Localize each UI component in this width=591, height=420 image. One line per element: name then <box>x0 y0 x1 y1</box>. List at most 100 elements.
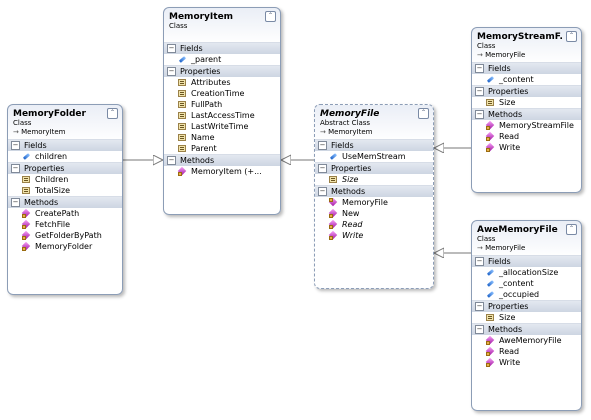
field-icon <box>178 55 187 64</box>
property-icon <box>486 313 495 322</box>
property-icon <box>486 98 495 107</box>
section-header-properties[interactable]: − Properties <box>315 162 433 174</box>
member-item[interactable]: TotalSize <box>8 185 122 196</box>
class-memoryitem[interactable]: MemoryItem Class ⌃ − Fields _parent − Propertie… <box>163 7 281 215</box>
member-item[interactable]: Name <box>164 132 280 143</box>
section-header-fields[interactable]: − Fields <box>472 255 581 267</box>
member-item[interactable]: UseMemStream <box>315 151 433 162</box>
section-header-methods[interactable]: − Methods <box>8 196 122 208</box>
collapse-toggle-icon[interactable]: − <box>167 44 176 53</box>
collapse-icon[interactable]: ⌃ <box>566 31 577 42</box>
member-item[interactable]: Write <box>315 230 433 241</box>
member-item[interactable]: Read <box>472 131 581 142</box>
member-item[interactable]: FetchFile <box>8 219 122 230</box>
member-name: _content <box>499 279 534 288</box>
section-title: Fields <box>488 257 511 266</box>
member-item[interactable]: Read <box>315 219 433 230</box>
section-title: Properties <box>180 67 221 76</box>
property-icon <box>22 175 31 184</box>
section-header-properties[interactable]: − Properties <box>472 85 581 97</box>
member-item[interactable]: _content <box>472 74 581 85</box>
member-item[interactable]: Read <box>472 346 581 357</box>
member-item[interactable]: MemoryFolder <box>8 241 122 252</box>
collapse-icon[interactable]: ⌃ <box>418 108 429 119</box>
class-memoryfolder[interactable]: MemoryFolder Class → MemoryItem ⌃ − Fields chi… <box>7 104 123 295</box>
section-header-methods[interactable]: − Methods <box>315 185 433 197</box>
member-item[interactable]: Write <box>472 142 581 153</box>
member-item[interactable]: New <box>315 208 433 219</box>
class-memoryfile[interactable]: MemoryFile Abstract Class → MemoryItem ⌃ − Fi… <box>314 104 434 289</box>
section-header-methods[interactable]: − Methods <box>472 323 581 335</box>
member-item[interactable]: AweMemoryFile <box>472 335 581 346</box>
member-item[interactable]: Parent <box>164 143 280 154</box>
member-item[interactable]: Attributes <box>164 77 280 88</box>
collapse-toggle-icon[interactable]: − <box>167 156 176 165</box>
collapse-toggle-icon[interactable]: − <box>475 325 484 334</box>
section-header-properties[interactable]: − Properties <box>8 162 122 174</box>
collapse-icon[interactable]: ⌃ <box>265 11 276 22</box>
member-item[interactable]: _allocationSize <box>472 267 581 278</box>
collapse-toggle-icon[interactable]: − <box>318 187 327 196</box>
collapse-toggle-icon[interactable]: − <box>318 141 327 150</box>
collapse-toggle-icon[interactable]: − <box>475 87 484 96</box>
section-title: Methods <box>488 325 523 334</box>
member-item[interactable]: FullPath <box>164 99 280 110</box>
collapse-icon[interactable]: ⌃ <box>566 224 577 235</box>
class-header: AweMemoryFile Class → MemoryFile ⌃ <box>472 221 581 255</box>
member-item[interactable]: LastAccessTime <box>164 110 280 121</box>
section-title: Fields <box>180 44 203 53</box>
member-item[interactable]: LastWriteTime <box>164 121 280 132</box>
member-item[interactable]: MemoryStreamFile <box>472 120 581 131</box>
member-name: Size <box>342 175 359 184</box>
section-header-methods[interactable]: − Methods <box>164 154 280 166</box>
section-header-fields[interactable]: − Fields <box>472 62 581 74</box>
member-item[interactable]: Write <box>472 357 581 368</box>
collapse-toggle-icon[interactable]: − <box>11 141 20 150</box>
class-name: MemoryFolder <box>13 109 86 119</box>
section-header-fields[interactable]: − Fields <box>8 139 122 151</box>
member-name: LastAccessTime <box>191 111 255 120</box>
class-awememoryfile[interactable]: AweMemoryFile Class → MemoryFile ⌃ − Fields _a… <box>471 220 582 411</box>
member-item[interactable]: CreationTime <box>164 88 280 99</box>
member-item[interactable]: children <box>8 151 122 162</box>
member-item[interactable]: MemoryItem (+... <box>164 166 280 177</box>
member-item[interactable]: Size <box>472 97 581 108</box>
collapse-toggle-icon[interactable]: − <box>11 164 20 173</box>
member-item[interactable]: _parent <box>164 54 280 65</box>
section-header-fields[interactable]: − Fields <box>315 139 433 151</box>
member-item[interactable]: CreatePath <box>8 208 122 219</box>
section-title: Properties <box>488 302 529 311</box>
base-class: → MemoryFile <box>477 244 563 253</box>
member-item[interactable]: GetFolderByPath <box>8 230 122 241</box>
property-icon <box>178 122 187 131</box>
section-header-properties[interactable]: − Properties <box>164 65 280 77</box>
section-header-properties[interactable]: − Properties <box>472 300 581 312</box>
collapse-toggle-icon[interactable]: − <box>475 302 484 311</box>
member-item[interactable]: _content <box>472 278 581 289</box>
class-name: MemoryStreamF... <box>477 32 563 42</box>
method-icon <box>329 220 338 229</box>
collapse-toggle-icon[interactable]: − <box>167 67 176 76</box>
member-item[interactable]: _occupied <box>472 289 581 300</box>
collapse-toggle-icon[interactable]: − <box>475 64 484 73</box>
method-icon <box>329 209 338 218</box>
member-item[interactable]: Size <box>472 312 581 323</box>
section-header-methods[interactable]: − Methods <box>472 108 581 120</box>
member-item[interactable]: Size <box>315 174 433 185</box>
method-icon <box>486 132 495 141</box>
collapse-icon[interactable]: ⌃ <box>107 108 118 119</box>
member-item[interactable]: MemoryFile <box>315 197 433 208</box>
member-item[interactable]: Children <box>8 174 122 185</box>
collapse-toggle-icon[interactable]: − <box>475 110 484 119</box>
member-name: children <box>35 152 68 161</box>
collapse-toggle-icon[interactable]: − <box>318 164 327 173</box>
property-icon <box>178 100 187 109</box>
collapse-toggle-icon[interactable]: − <box>475 257 484 266</box>
inherits-arrow-icon: → <box>13 128 22 136</box>
member-name: FetchFile <box>35 220 71 229</box>
section-header-fields[interactable]: − Fields <box>164 42 280 54</box>
method-icon <box>486 143 495 152</box>
class-memorystreamfile[interactable]: MemoryStreamF... Class → MemoryFile ⌃ − Field… <box>471 27 582 193</box>
collapse-toggle-icon[interactable]: − <box>11 198 20 207</box>
member-name: UseMemStream <box>342 152 406 161</box>
